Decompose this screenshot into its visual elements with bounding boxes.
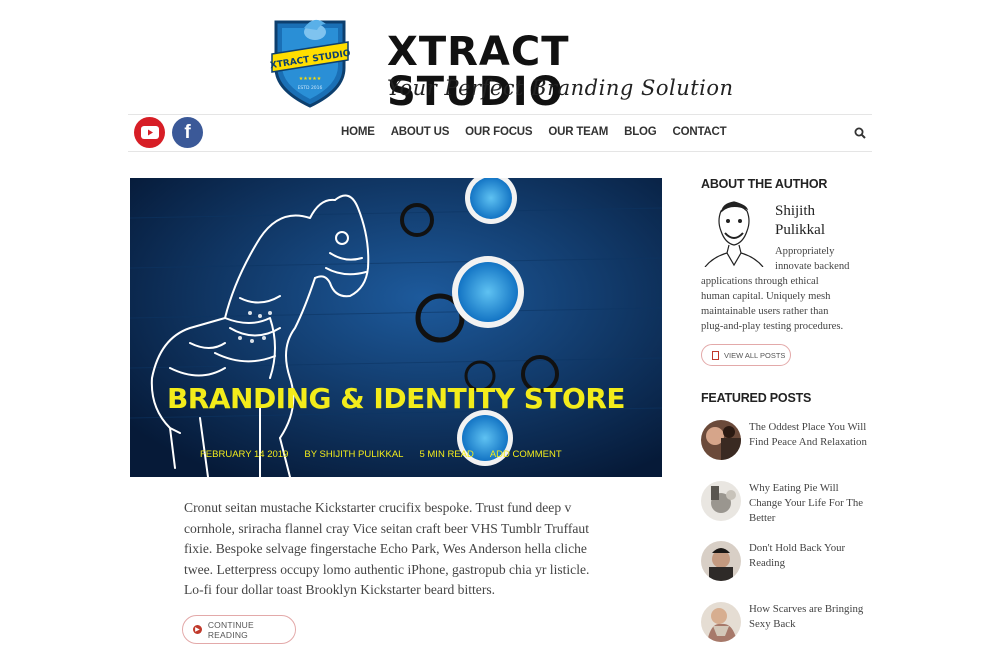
nav-item-home[interactable]: HOME [341,126,375,138]
nav-menu: HOME ABOUT US OUR FOCUS OUR TEAM BLOG CO… [341,126,727,138]
add-comment-link[interactable]: ADD COMMENT [490,449,562,460]
hero-meta: FEBRUARY 14 2019 BY SHIJITH PULIKKAL 5 M… [200,449,562,460]
author-bio-line: Appropriately [775,246,835,257]
nav-item-contact[interactable]: CONTACT [673,126,727,138]
view-all-posts-label: VIEW ALL POSTS [724,350,786,360]
featured-post-title[interactable]: Why Eating Pie Will Change Your Life For… [749,481,867,526]
author-bio: Appropriately innovate backend applicati… [701,244,876,334]
about-author-heading: ABOUT THE AUTHOR [701,177,828,191]
nav-item-our-focus[interactable]: OUR FOCUS [465,126,532,138]
featured-post-thumbnail[interactable] [701,602,741,642]
read-time: 5 MIN READ [419,449,474,460]
author-bio-line: innovate backend [775,261,850,272]
xtract-studio-logo[interactable]: XTRACT STUDIO ★★★★★ ESTD 2016 [270,10,350,108]
continue-reading-label: CONTINUE READING [207,619,254,640]
author-bio-line: plug-and-play testing procedures. [701,321,844,332]
post-date: FEBRUARY 14 2019 [200,449,289,460]
search-icon[interactable] [854,127,866,139]
nav-item-about-us[interactable]: ABOUT US [391,126,450,138]
author-bio-line: human capital. Uniquely mesh [701,291,831,302]
featured-post-item[interactable]: Why Eating Pie Will Change Your Life For… [701,481,871,531]
social-links: f [134,117,203,148]
brand-header: XTRACT STUDIO ★★★★★ ESTD 2016 XTRACT STU… [270,10,740,115]
featured-post-item[interactable]: The Oddest Place You Will Find Peace And… [701,420,871,470]
nav-item-blog[interactable]: BLOG [624,126,657,138]
continue-reading-button[interactable]: ▶ CONTINUE READING [182,615,296,644]
post-author[interactable]: BY SHIJITH PULIKKAL [304,449,403,460]
author-bio-line: applications through ethical [701,276,819,287]
brand-tagline: Your Perfect Branding Solution [387,76,734,100]
svg-text:ESTD 2016: ESTD 2016 [298,85,323,91]
author-bio-line: maintainable users rather than [701,306,829,317]
facebook-icon[interactable]: f [172,117,203,148]
brand-name: XTRACT STUDIO [387,29,570,115]
post-excerpt: Cronut seitan mustache Kickstarter cruci… [184,500,590,597]
youtube-icon[interactable] [134,117,165,148]
featured-post-title[interactable]: How Scarves are Bringing Sexy Back [749,602,867,632]
author-name[interactable]: Shijith Pulikkal [775,202,855,240]
featured-post-hero[interactable]: BRANDING & IDENTITY STORE FEBRUARY 14 20… [130,178,662,477]
featured-post-thumbnail[interactable] [701,541,741,581]
facebook-glyph: f [184,121,191,143]
document-icon [712,350,719,360]
hero-image [130,178,662,477]
featured-post-item[interactable]: How Scarves are Bringing Sexy Back [701,602,871,652]
featured-post-thumbnail[interactable] [701,420,741,460]
featured-post-title[interactable]: The Oddest Place You Will Find Peace And… [749,420,867,450]
arrow-right-icon: ▶ [193,625,202,634]
featured-post-item[interactable]: Don't Hold Back Your Reading [701,541,871,591]
featured-post-thumbnail[interactable] [701,481,741,521]
featured-post-title[interactable]: Don't Hold Back Your Reading [749,541,867,571]
view-all-posts-button[interactable]: VIEW ALL POSTS [701,344,791,366]
featured-posts-heading: FEATURED POSTS [701,391,812,405]
hero-title[interactable]: BRANDING & IDENTITY STORE [130,382,662,415]
svg-text:★★★★★: ★★★★★ [299,76,322,82]
nav-item-our-team[interactable]: OUR TEAM [548,126,608,138]
